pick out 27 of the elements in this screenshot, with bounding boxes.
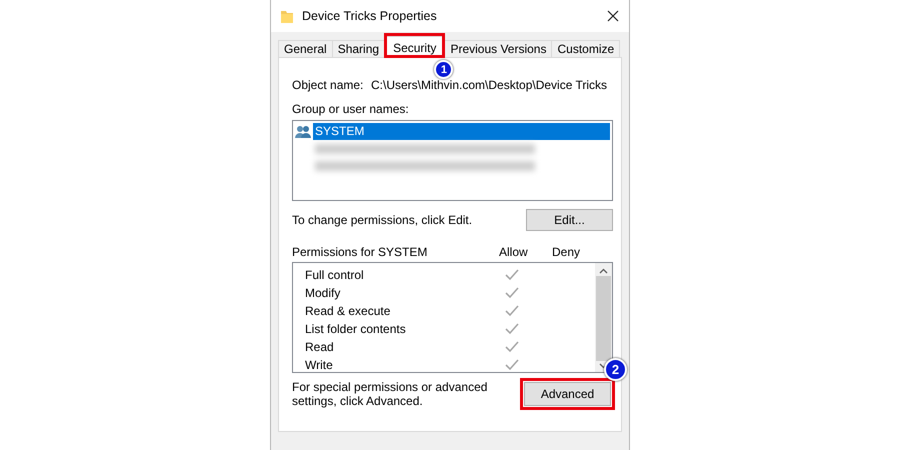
permission-name: Write — [305, 358, 334, 372]
close-icon[interactable] — [607, 10, 619, 22]
scroll-up-icon[interactable] — [599, 268, 608, 274]
allow-header: Allow — [499, 245, 529, 259]
advanced-button[interactable]: Advanced — [524, 382, 611, 406]
window-title: Device Tricks Properties — [302, 9, 438, 23]
scrollbar[interactable] — [595, 263, 612, 372]
user-entry[interactable]: SYSTEM — [313, 123, 610, 140]
deny-header: Deny — [552, 245, 580, 259]
tab[interactable]: Sharing — [332, 40, 386, 58]
users-label: Group or user names: — [292, 102, 410, 116]
edit-hint: To change permissions, click Edit. — [292, 213, 472, 227]
step-marker: 2 — [604, 358, 627, 381]
permissions-title: Permissions for SYSTEM — [292, 245, 428, 259]
permission-name: Read & execute — [305, 304, 392, 318]
permission-name: Full control — [305, 268, 365, 282]
object-path: C:\Users\Mithvin.com\Desktop\Device Tricks — [371, 78, 608, 92]
object-name-label: Object name: — [292, 78, 364, 92]
permission-name: Modify — [305, 286, 342, 300]
tab[interactable]: Customize — [551, 40, 620, 58]
permission-name: Read — [305, 340, 335, 354]
tab[interactable]: General — [278, 40, 333, 58]
advanced-hint: For special permissions or advanced settings, click Advanced. — [292, 380, 488, 408]
permission-name: List folder contents — [305, 322, 407, 336]
edit-button[interactable]: Edit... — [526, 209, 613, 231]
folder-icon — [281, 9, 293, 23]
users-icon — [295, 124, 311, 138]
